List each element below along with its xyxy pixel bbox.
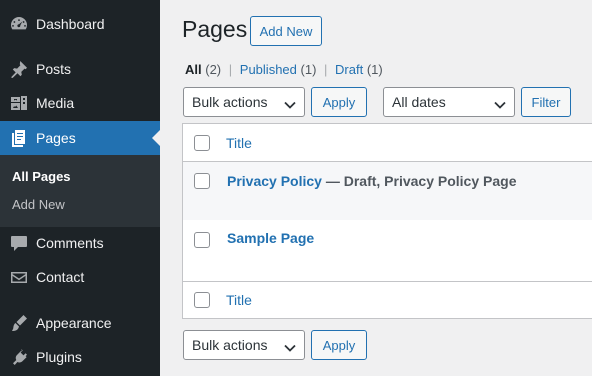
sidebar-item-label: Plugins bbox=[36, 349, 82, 365]
filter-all-link[interactable]: All bbox=[185, 62, 202, 77]
sidebar-item-plugins[interactable]: Plugins bbox=[0, 340, 160, 374]
sidebar-item-label: Pages bbox=[36, 130, 76, 146]
comment-icon bbox=[0, 233, 36, 253]
row-checkbox[interactable] bbox=[194, 232, 210, 248]
apply-button-top[interactable]: Apply bbox=[311, 87, 367, 117]
sidebar-item-posts[interactable]: Posts bbox=[0, 52, 160, 86]
main-content: Pages Add New All (2) | Published (1) | … bbox=[160, 0, 592, 376]
envelope-icon bbox=[0, 267, 36, 287]
select-all-checkbox[interactable] bbox=[194, 135, 210, 151]
dates-filter-value: All dates bbox=[392, 94, 446, 110]
sidebar-item-comments[interactable]: Comments bbox=[0, 226, 160, 260]
filter-all-count: (2) bbox=[205, 62, 222, 77]
sidebar-item-contact[interactable]: Contact bbox=[0, 260, 160, 294]
title-column-footer[interactable]: Title bbox=[226, 292, 252, 308]
sidebar-item-label: Posts bbox=[36, 61, 72, 77]
filter-separator: | bbox=[228, 62, 233, 77]
pages-table: Title Privacy Policy — Draft, Privacy Po… bbox=[182, 123, 592, 319]
filter-button[interactable]: Filter bbox=[521, 87, 571, 117]
table-footer-row: Title bbox=[183, 282, 592, 318]
pages-icon bbox=[0, 128, 36, 148]
filter-draft-link[interactable]: Draft bbox=[335, 62, 363, 77]
sidebar-item-dashboard[interactable]: Dashboard bbox=[0, 7, 160, 41]
select-all-checkbox-footer[interactable] bbox=[194, 292, 210, 308]
bulk-actions-select-bottom[interactable]: Bulk actions bbox=[183, 330, 305, 360]
title-column-header[interactable]: Title bbox=[226, 135, 252, 151]
dashboard-icon bbox=[0, 14, 36, 34]
sidebar-item-media[interactable]: Media bbox=[0, 86, 160, 120]
brush-icon bbox=[0, 313, 36, 333]
apply-button-bottom[interactable]: Apply bbox=[311, 330, 367, 360]
sidebar-item-label: Appearance bbox=[36, 315, 112, 331]
row-checkbox[interactable] bbox=[194, 173, 210, 189]
sidebar-item-label: Media bbox=[36, 95, 75, 111]
post-state: — Draft, Privacy Policy Page bbox=[321, 173, 517, 189]
filter-draft-count: (1) bbox=[366, 62, 383, 77]
table-row: Sample Page bbox=[183, 220, 592, 280]
status-filter-links: All (2) | Published (1) | Draft (1) bbox=[185, 62, 383, 77]
row-title-privacy-policy: Privacy Policy — Draft, Privacy Policy P… bbox=[227, 173, 516, 189]
bulk-actions-value: Bulk actions bbox=[192, 337, 268, 353]
sidebar-item-label: Dashboard bbox=[36, 16, 105, 32]
chevron-down-icon bbox=[284, 97, 296, 109]
sidebar-item-appearance[interactable]: Appearance bbox=[0, 306, 160, 340]
bulk-actions-select-top[interactable]: Bulk actions bbox=[183, 87, 305, 117]
submenu-add-new[interactable]: Add New bbox=[12, 197, 65, 212]
filter-separator: | bbox=[324, 62, 328, 77]
sidebar-item-pages[interactable]: Pages bbox=[0, 121, 160, 155]
filter-published-link[interactable]: Published bbox=[240, 62, 297, 77]
dates-filter-select[interactable]: All dates bbox=[383, 87, 515, 117]
table-header-row: Title bbox=[183, 124, 592, 161]
submenu-all-pages[interactable]: All Pages bbox=[12, 169, 71, 184]
admin-sidebar: Dashboard Posts Media Pages All Pages Ad… bbox=[0, 0, 160, 376]
page-title-link[interactable]: Sample Page bbox=[227, 230, 314, 246]
sidebar-item-label: Comments bbox=[36, 235, 104, 251]
filter-published-count: (1) bbox=[300, 62, 317, 77]
pin-icon bbox=[0, 59, 36, 79]
chevron-down-icon bbox=[284, 340, 296, 352]
chevron-down-icon bbox=[494, 97, 506, 109]
table-row: Privacy Policy — Draft, Privacy Policy P… bbox=[183, 162, 592, 220]
bulk-actions-value: Bulk actions bbox=[192, 94, 268, 110]
page-title-link[interactable]: Privacy Policy bbox=[227, 173, 322, 189]
plugin-icon bbox=[0, 347, 36, 367]
page-title: Pages bbox=[182, 16, 248, 42]
pages-submenu: All Pages Add New bbox=[0, 155, 160, 227]
media-icon bbox=[0, 93, 36, 113]
sidebar-item-label: Contact bbox=[36, 269, 85, 285]
add-new-button[interactable]: Add New bbox=[250, 16, 322, 46]
